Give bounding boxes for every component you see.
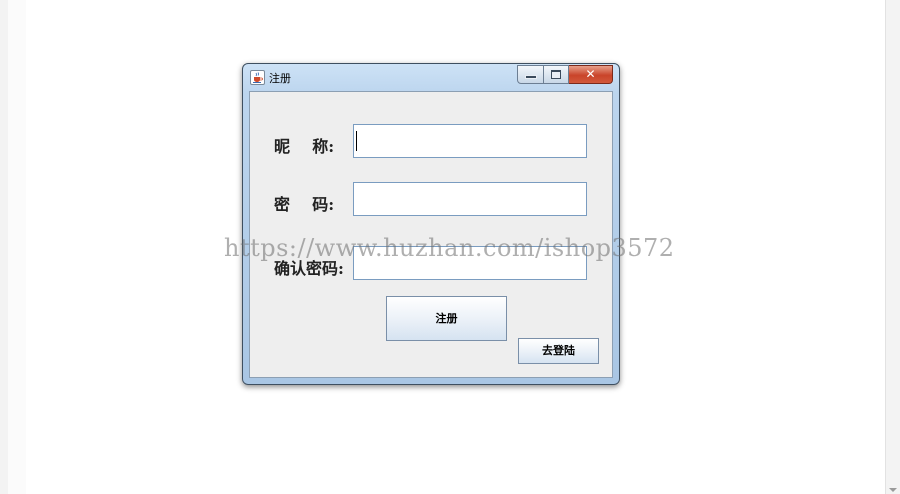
password-field[interactable]	[353, 182, 587, 216]
title-bar[interactable]: 注册 ✕	[243, 64, 619, 90]
window-title: 注册	[269, 72, 291, 85]
minimize-button[interactable]	[517, 65, 544, 84]
left-edge	[0, 0, 8, 494]
window-controls: ✕	[517, 65, 613, 84]
register-window: 注册 ✕ 昵 称: 密 码: 确认密码: 注册 去登陆	[242, 63, 620, 385]
nickname-label: 昵 称:	[274, 137, 335, 156]
java-cup-icon	[250, 70, 265, 85]
go-login-button[interactable]: 去登陆	[518, 338, 599, 364]
password-label: 密 码:	[274, 195, 335, 214]
watermark-text: https://www.huzhan.com/ishop3572	[224, 234, 675, 262]
close-icon: ✕	[585, 67, 596, 81]
minimize-icon	[525, 75, 537, 79]
nickname-field[interactable]	[353, 124, 587, 158]
maximize-icon	[551, 70, 561, 79]
left-margin	[8, 0, 26, 494]
register-button[interactable]: 注册	[386, 296, 507, 341]
close-button[interactable]: ✕	[569, 65, 613, 84]
scroll-down-icon[interactable]	[889, 488, 897, 492]
maximize-button[interactable]	[544, 65, 569, 84]
vertical-scrollbar[interactable]	[885, 0, 900, 494]
text-caret	[356, 131, 357, 151]
